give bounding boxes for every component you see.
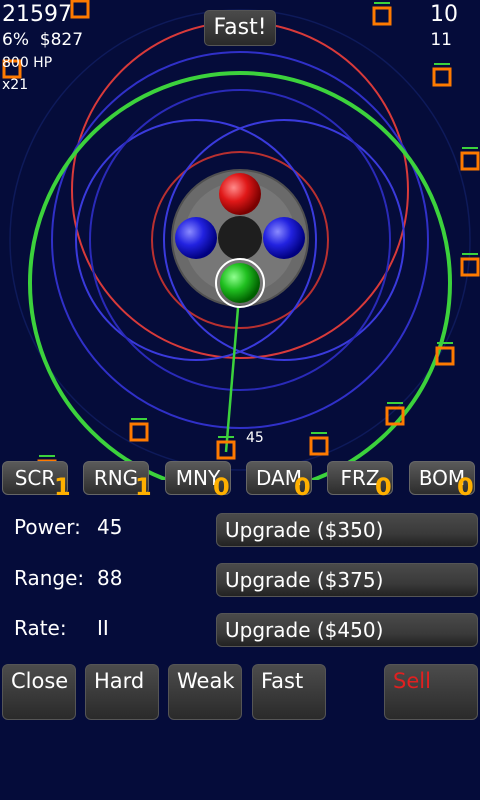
enemy (70, 0, 90, 19)
game-screen: 21597 6% $827 800 HP x21 10 11 Fast! 45 … (0, 0, 480, 800)
fast-target-button[interactable]: Fast (252, 664, 326, 720)
percent-readout: 6% (2, 30, 29, 50)
multiplier-readout: x21 (2, 77, 29, 93)
range-label: Range: (14, 566, 85, 590)
damage-popup: 45 (246, 430, 264, 446)
hp-readout: 800 HP (2, 55, 53, 71)
enemy (432, 67, 452, 87)
power-label: Power: (14, 515, 81, 539)
range-value: 88 (97, 566, 123, 590)
percent-money-readout: 6% $827 (2, 32, 83, 49)
enemies-left-readout: 11 (430, 30, 452, 50)
power-value: 45 (97, 515, 123, 539)
rate-label: Rate: (14, 616, 67, 640)
wave-readout: 10 (430, 2, 458, 27)
upgrade-rate-button[interactable]: Upgrade ($450) (216, 613, 478, 647)
red-orb (219, 173, 261, 215)
score-readout: 21597 (2, 2, 72, 27)
hard-target-button[interactable]: Hard (85, 664, 159, 720)
sell-button[interactable]: Sell (384, 664, 478, 720)
upgrade-power-button[interactable]: Upgrade ($350) (216, 513, 478, 547)
upgrade-range-button[interactable]: Upgrade ($375) (216, 563, 478, 597)
tower-count-rng: 1 (135, 473, 152, 501)
tower-count-mny: 0 (213, 473, 230, 501)
enemy (372, 6, 392, 26)
money-readout: $827 (39, 30, 84, 50)
tower-core (218, 216, 262, 260)
weak-target-button[interactable]: Weak (168, 664, 242, 720)
close-button[interactable]: Close (2, 664, 76, 720)
enemy (460, 151, 480, 171)
rate-value: II (97, 616, 109, 640)
blue-orb-left (175, 217, 217, 259)
blue-orb-right (263, 217, 305, 259)
speed-button[interactable]: Fast! (204, 10, 276, 46)
enemy (129, 422, 149, 442)
tower-count-bom: 0 (457, 473, 474, 501)
enemy (460, 257, 480, 277)
green-orb (220, 263, 260, 303)
tower-count-dam: 0 (294, 473, 311, 501)
tower-count-scr: 1 (54, 473, 71, 501)
tower-count-frz: 0 (375, 473, 392, 501)
enemy (309, 436, 329, 456)
